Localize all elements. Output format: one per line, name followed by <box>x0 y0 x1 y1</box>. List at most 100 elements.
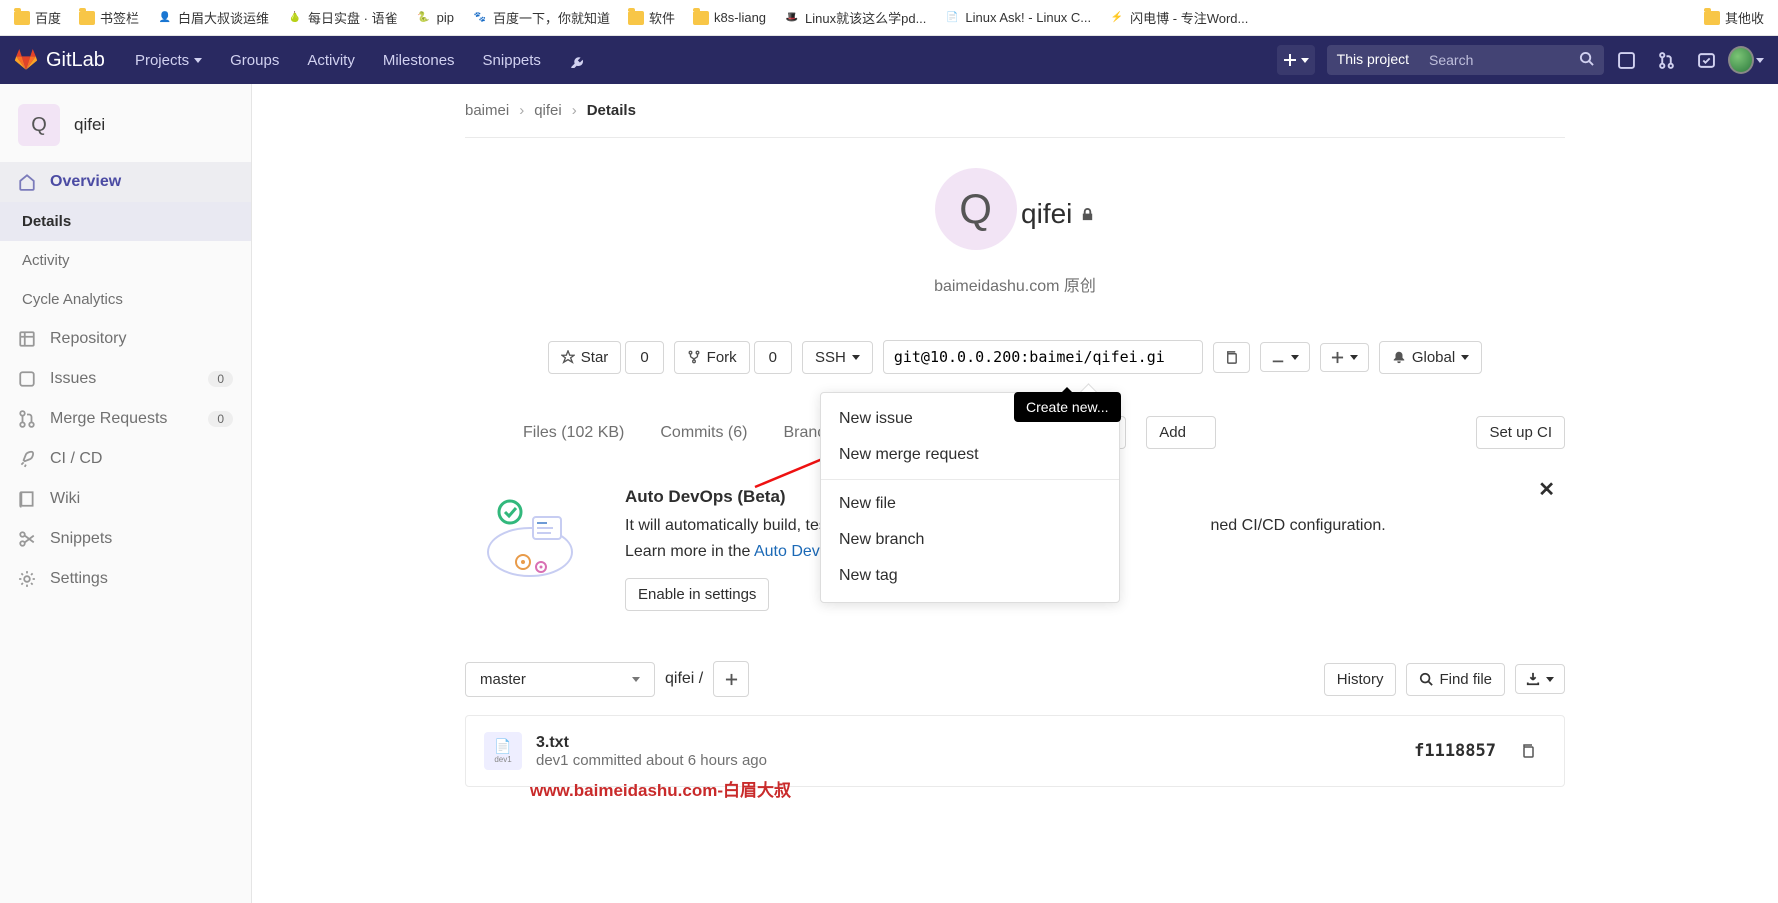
bookmark-yuque[interactable]: 🍐每日实盘 · 语雀 <box>281 4 404 31</box>
bookmark-linux-book[interactable]: 🎩Linux就该这么学pd... <box>778 4 932 31</box>
plus-icon <box>1331 351 1344 364</box>
bookmark-pip[interactable]: 🐍pip <box>410 6 460 30</box>
star-icon <box>561 350 575 364</box>
nav-snippets[interactable]: Snippets <box>471 42 553 79</box>
menu-new-branch[interactable]: New branch <box>821 522 1119 558</box>
breadcrumb-baimei[interactable]: baimei <box>465 102 509 119</box>
sidebar-item-overview[interactable]: Overview <box>0 162 251 202</box>
nav-projects[interactable]: Projects <box>123 42 214 79</box>
book-icon <box>18 490 36 508</box>
sidebar-item-activity[interactable]: Activity <box>0 241 251 280</box>
issues-icon <box>18 370 36 388</box>
bell-icon <box>1392 350 1406 364</box>
commit-sha[interactable]: f1118857 <box>1414 741 1496 761</box>
add-license-button[interactable]: Add <box>1146 416 1216 449</box>
chevron-down-icon <box>1350 355 1358 364</box>
breadcrumb-current: Details <box>587 102 636 119</box>
nav-mr-icon[interactable] <box>1648 44 1684 76</box>
issues-icon <box>1618 52 1635 69</box>
nav-admin-wrench[interactable] <box>557 44 593 76</box>
commit-avatar: 📄dev1 <box>484 732 522 770</box>
bookmark-other[interactable]: 其他收 <box>1698 4 1770 31</box>
project-description: baimeidashu.com 原创 <box>465 272 1565 296</box>
menu-new-merge-request[interactable]: New merge request <box>821 437 1119 473</box>
notifications-dropdown[interactable]: Global <box>1379 341 1482 374</box>
project-title: qifei <box>1021 198 1095 230</box>
sidebar-item-settings[interactable]: Settings <box>0 559 251 599</box>
bookmark-ruanjian[interactable]: 软件 <box>622 4 681 31</box>
sidebar-item-cycle-analytics[interactable]: Cycle Analytics <box>0 280 251 319</box>
nav-milestones[interactable]: Milestones <box>371 42 467 79</box>
sidebar-item-wiki[interactable]: Wiki <box>0 479 251 519</box>
nav-activity[interactable]: Activity <box>295 42 367 79</box>
mr-count-badge: 0 <box>208 411 233 427</box>
nav-user-avatar[interactable] <box>1728 44 1764 76</box>
enable-devops-button[interactable]: Enable in settings <box>625 578 769 611</box>
menu-new-file[interactable]: New file <box>821 486 1119 522</box>
download-dropdown[interactable] <box>1260 342 1310 372</box>
favicon-icon: 🎩 <box>784 10 800 26</box>
breadcrumb-qifei[interactable]: qifei <box>534 102 562 119</box>
folder-icon <box>79 11 95 25</box>
history-button[interactable]: History <box>1324 663 1397 696</box>
copy-commit-sha-button[interactable] <box>1510 733 1546 769</box>
chevron-down-icon <box>1546 677 1554 686</box>
download-source-dropdown[interactable] <box>1515 664 1565 694</box>
chevron-down-icon <box>632 677 640 686</box>
project-sidebar: Q qifei Overview Details Activity Cycle … <box>0 84 252 903</box>
sidebar-item-repository[interactable]: Repository <box>0 319 251 359</box>
wrench-icon <box>567 52 583 68</box>
find-file-button[interactable]: Find file <box>1406 663 1505 696</box>
search-input[interactable] <box>1419 45 1569 75</box>
star-count: 0 <box>625 341 663 374</box>
merge-request-icon <box>18 410 36 428</box>
clone-protocol-dropdown[interactable]: SSH <box>802 341 873 374</box>
nav-todos-icon[interactable] <box>1688 44 1724 76</box>
bookmark-k8s[interactable]: k8s-liang <box>687 6 772 29</box>
home-icon <box>18 173 36 191</box>
copy-url-button[interactable] <box>1213 342 1250 373</box>
search-scope[interactable]: This project <box>1327 45 1419 75</box>
stat-commits[interactable]: Commits (6) <box>652 418 755 448</box>
sidebar-item-cicd[interactable]: CI / CD <box>0 439 251 479</box>
close-callout-button[interactable]: ✕ <box>1538 477 1555 502</box>
project-header: Q qifei baimeidashu.com 原创 <box>465 138 1565 316</box>
branch-select[interactable]: master <box>465 662 655 697</box>
nav-groups[interactable]: Groups <box>218 42 291 79</box>
favicon-icon: 📄 <box>944 10 960 26</box>
nav-issues-icon[interactable] <box>1608 44 1644 76</box>
project-avatar: Q <box>935 168 1017 250</box>
bookmark-baidu[interactable]: 百度 <box>8 4 67 31</box>
sidebar-project-header[interactable]: Q qifei <box>0 94 251 162</box>
sidebar-item-snippets[interactable]: Snippets <box>0 519 251 559</box>
star-button[interactable]: Star <box>548 341 622 374</box>
repo-icon <box>18 330 36 348</box>
sidebar-item-merge-requests[interactable]: Merge Requests 0 <box>0 399 251 439</box>
bookmark-shandian[interactable]: ⚡闪电博 - 专注Word... <box>1103 4 1254 31</box>
path-crumb[interactable]: qifei / <box>665 670 703 688</box>
clone-url-input[interactable] <box>883 340 1203 374</box>
stat-files[interactable]: Files (102 KB) <box>515 418 632 448</box>
fork-button[interactable]: Fork <box>674 341 750 374</box>
sidebar-item-issues[interactable]: Issues 0 <box>0 359 251 399</box>
setup-ci-button[interactable]: Set up CI <box>1476 416 1565 449</box>
chevron-down-icon <box>1301 58 1309 67</box>
nav-new-dropdown[interactable] <box>1277 45 1315 75</box>
issues-count-badge: 0 <box>208 371 233 387</box>
gitlab-icon <box>14 49 38 71</box>
menu-new-tag[interactable]: New tag <box>821 558 1119 594</box>
favicon-icon: 🐍 <box>416 10 432 26</box>
sidebar-item-details[interactable]: Details <box>0 202 251 241</box>
search-button[interactable] <box>1569 45 1604 75</box>
bookmark-linuxask[interactable]: 📄Linux Ask! - Linux C... <box>938 6 1097 30</box>
create-new-dropdown[interactable] <box>1320 343 1369 372</box>
bookmark-shuqianlan[interactable]: 书签栏 <box>73 4 145 31</box>
copy-icon <box>1224 350 1239 365</box>
commit-title[interactable]: 3.txt <box>536 734 767 752</box>
plus-icon <box>1283 53 1297 67</box>
gitlab-logo[interactable]: GitLab <box>14 49 119 72</box>
search-icon <box>1579 51 1594 66</box>
add-file-button[interactable] <box>713 661 749 697</box>
bookmark-baimei[interactable]: 👤白眉大叔谈运维 <box>151 4 275 31</box>
bookmark-baidu-search[interactable]: 🐾百度一下，你就知道 <box>466 4 616 31</box>
